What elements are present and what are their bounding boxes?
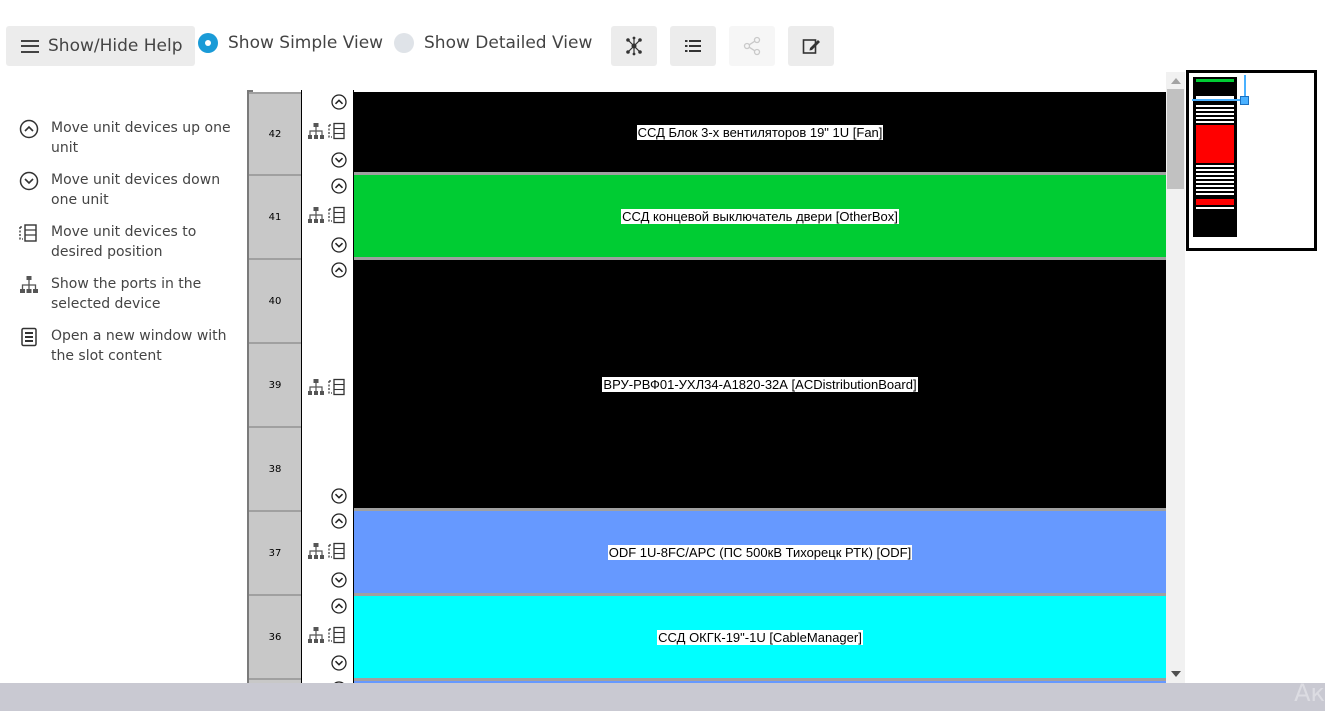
ports-hierarchy-icon[interactable] xyxy=(307,542,325,560)
help-item-move-up: Move unit devices up one unit xyxy=(18,118,233,158)
help-text: Show the ports in the selected device xyxy=(51,276,202,312)
share-icon xyxy=(743,36,761,56)
ports-hierarchy-icon[interactable] xyxy=(307,122,325,140)
share-button[interactable] xyxy=(729,26,775,66)
help-text: Move unit devices to desired position xyxy=(51,224,197,260)
device-label: ССД концевой выключатель двери [OtherBox… xyxy=(621,208,899,224)
device-actions xyxy=(307,122,349,140)
move-up-icon[interactable] xyxy=(331,598,347,614)
network-icon xyxy=(626,36,642,56)
edit-icon xyxy=(802,39,820,54)
minimap-block xyxy=(1196,125,1234,163)
list-view-button[interactable] xyxy=(670,26,716,66)
help-text: Move unit devices down one unit xyxy=(51,172,221,208)
minimap-block xyxy=(1196,165,1234,197)
help-item-show-ports: Show the ports in the selected device xyxy=(18,274,233,314)
unit-number: 39 xyxy=(268,379,282,391)
move-to-position-icon[interactable] xyxy=(328,542,346,560)
menu-icon xyxy=(21,39,39,53)
unit-number-cell: 41 xyxy=(249,174,301,258)
help-item-move-down: Move unit devices down one unit xyxy=(18,170,233,210)
rack-device[interactable]: ССД ОКГК-19"-1U [CableManager] xyxy=(354,596,1166,678)
minimap-block xyxy=(1196,105,1234,123)
move-down-icon[interactable] xyxy=(331,655,347,671)
device-actions xyxy=(307,378,349,396)
unit-number-cell: 39 xyxy=(249,342,301,426)
rack-device[interactable]: ССД концевой выключатель двери [OtherBox… xyxy=(354,175,1166,257)
chevron-up-circle-icon xyxy=(18,118,40,140)
detailed-view-radio[interactable]: Show Detailed View xyxy=(394,33,592,53)
list-icon xyxy=(685,40,701,52)
move-to-position-icon[interactable] xyxy=(328,378,346,396)
device-label: ССД ОКГК-19"-1U [CableManager] xyxy=(657,629,863,645)
device-label: ССД Блок 3-х вентиляторов 19" 1U [Fan] xyxy=(636,124,884,140)
simple-view-label: Show Simple View xyxy=(228,33,384,53)
radio-unselected-indicator xyxy=(394,33,414,53)
rack-device[interactable]: ВРУ-РВФ01-УХЛ34-А1820-32А [ACDistributio… xyxy=(354,260,1166,508)
device-label: ВРУ-РВФ01-УХЛ34-А1820-32А [ACDistributio… xyxy=(602,376,918,392)
minimap-block xyxy=(1196,199,1234,205)
minimap-resize-handle[interactable] xyxy=(1240,96,1249,105)
toolbar: Show/Hide Help Show Simple View Show Det… xyxy=(0,0,1325,90)
show-hide-help-label: Show/Hide Help xyxy=(48,36,183,56)
move-down-icon[interactable] xyxy=(331,572,347,588)
unit-number-cell: 38 xyxy=(249,426,301,510)
device-actions xyxy=(307,626,349,644)
rack-scrollbar[interactable] xyxy=(1166,72,1185,683)
rack-device[interactable]: ODF 1U-8FC/APC (ПС 500кВ Тихорецк РТК) [… xyxy=(354,511,1166,593)
minimap-viewport[interactable] xyxy=(1192,75,1246,101)
device-actions xyxy=(307,542,349,560)
watermark-text: Ак xyxy=(1294,679,1325,707)
detailed-view-label: Show Detailed View xyxy=(424,33,593,53)
move-up-icon[interactable] xyxy=(331,262,347,278)
ports-hierarchy-icon[interactable] xyxy=(307,626,325,644)
footer-bar: Ак xyxy=(0,679,1325,711)
ports-hierarchy-icon[interactable] xyxy=(307,206,325,224)
chevron-down-circle-icon xyxy=(18,170,40,192)
unit-number-cell: 42 xyxy=(249,92,301,174)
ports-hierarchy-icon xyxy=(18,274,40,296)
open-window-icon xyxy=(18,326,40,348)
move-to-position-icon[interactable] xyxy=(328,206,346,224)
move-down-icon[interactable] xyxy=(331,488,347,504)
move-down-icon[interactable] xyxy=(331,152,347,168)
move-down-icon[interactable] xyxy=(331,237,347,253)
minimap-block xyxy=(1196,207,1234,209)
unit-number: 37 xyxy=(268,547,282,559)
scroll-down-arrow-icon[interactable] xyxy=(1171,671,1181,677)
move-up-icon[interactable] xyxy=(331,94,347,110)
unit-number: 41 xyxy=(268,211,282,223)
unit-number-cell: 36 xyxy=(249,594,301,678)
show-hide-help-button[interactable]: Show/Hide Help xyxy=(6,26,195,66)
help-text: Open a new window with the slot content xyxy=(51,328,227,364)
rack-view: 42 41 40 39 38 37 36 ССД Блок 3-х вентил… xyxy=(247,90,1166,683)
help-panel: Move unit devices up one unit Move unit … xyxy=(18,118,233,378)
rack-device[interactable]: ССД Блок 3-х вентиляторов 19" 1U [Fan] xyxy=(354,92,1166,172)
radio-selected-indicator xyxy=(198,33,218,53)
move-to-position-icon[interactable] xyxy=(328,626,346,644)
help-text: Move unit devices up one unit xyxy=(51,120,231,156)
scroll-up-arrow-icon[interactable] xyxy=(1171,78,1181,84)
move-up-icon[interactable] xyxy=(331,178,347,194)
move-to-position-icon[interactable] xyxy=(328,122,346,140)
ports-hierarchy-icon[interactable] xyxy=(307,378,325,396)
unit-number-cell: 40 xyxy=(249,258,301,342)
move-to-position-icon xyxy=(18,222,40,244)
rack-minimap[interactable] xyxy=(1186,70,1317,251)
simple-view-radio[interactable]: Show Simple View xyxy=(198,33,383,53)
device-actions xyxy=(307,206,349,224)
unit-number: 38 xyxy=(268,463,282,475)
device-label: ODF 1U-8FC/APC (ПС 500кВ Тихорецк РТК) [… xyxy=(607,544,913,560)
unit-number: 40 xyxy=(268,295,282,307)
unit-number-cell: 37 xyxy=(249,510,301,594)
edit-button[interactable] xyxy=(788,26,834,66)
help-item-open-window: Open a new window with the slot content xyxy=(18,326,233,366)
move-up-icon[interactable] xyxy=(331,513,347,529)
scrollbar-thumb[interactable] xyxy=(1167,89,1184,189)
help-item-move-position: Move unit devices to desired position xyxy=(18,222,233,262)
network-view-button[interactable] xyxy=(611,26,657,66)
unit-number: 42 xyxy=(268,128,282,140)
unit-number: 36 xyxy=(268,631,282,643)
